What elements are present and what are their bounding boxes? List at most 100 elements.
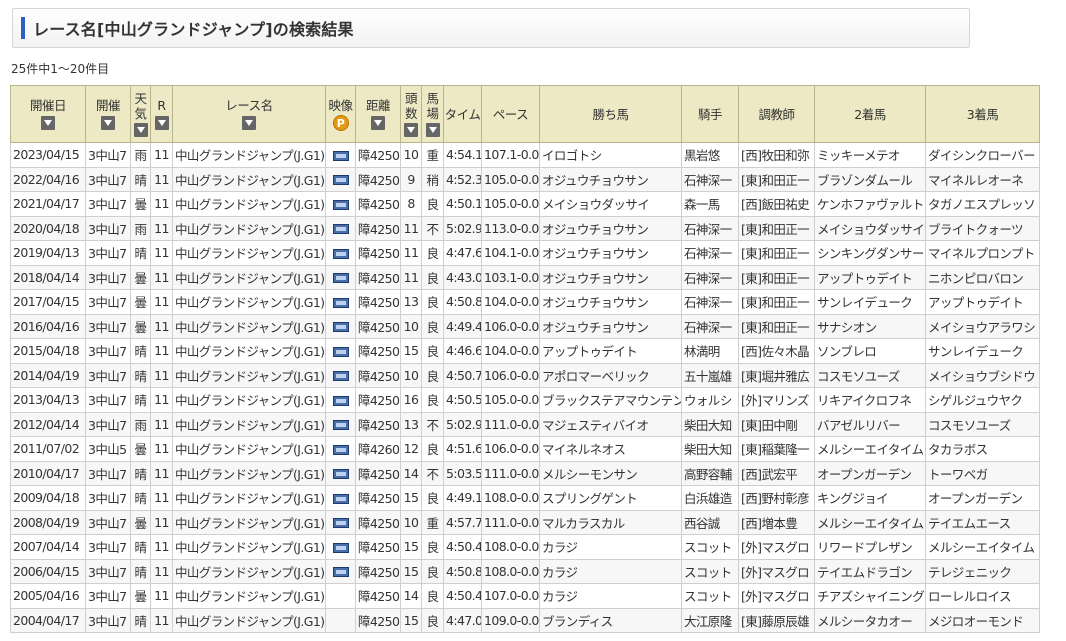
table-cell-winner[interactable]: カラジ: [539, 583, 682, 609]
table-cell-date[interactable]: 2005/04/16: [10, 583, 86, 609]
table-cell-winner[interactable]: メルシーモンサン: [539, 460, 682, 486]
table-cell-winner[interactable]: オジュウチョウサン: [539, 264, 682, 290]
trainer-name[interactable]: [東]和田正一: [741, 246, 810, 261]
sort-down-icon[interactable]: [41, 116, 55, 130]
table-cell-date[interactable]: 2012/04/14: [10, 411, 86, 437]
table-cell-second[interactable]: チアズシャイニング: [814, 583, 926, 609]
table-cell-second[interactable]: メルシーエイタイム: [814, 509, 926, 535]
table-cell-winner[interactable]: アップトゥデイト: [539, 338, 682, 364]
video-icon[interactable]: [332, 469, 349, 480]
video-icon[interactable]: [332, 567, 349, 578]
table-cell-second[interactable]: コスモソユーズ: [814, 362, 926, 388]
trainer-name[interactable]: [西]佐々木晶: [741, 344, 810, 359]
trainer-name[interactable]: [外]マスグロ: [741, 589, 810, 604]
table-cell-jockey[interactable]: スコット: [681, 583, 739, 609]
table-cell-third[interactable]: メジロオーモンド: [925, 607, 1040, 633]
video-icon[interactable]: [332, 420, 349, 431]
table-cell-kaisai[interactable]: 3中山7: [85, 387, 131, 413]
video-icon[interactable]: [332, 518, 349, 529]
video-icon[interactable]: [332, 150, 349, 161]
table-cell-kaisai[interactable]: 3中山7: [85, 338, 131, 364]
table-cell-date[interactable]: 2010/04/17: [10, 460, 86, 486]
table-cell-kaisai[interactable]: 3中山7: [85, 485, 131, 511]
video-icon[interactable]: [332, 297, 349, 308]
table-cell-winner[interactable]: アポロマーベリック: [539, 362, 682, 388]
table-cell-kaisai[interactable]: 3中山7: [85, 534, 131, 560]
table-cell-jockey[interactable]: 石神深一: [681, 166, 739, 192]
trainer-name[interactable]: [東]和田正一: [741, 222, 810, 237]
table-cell-race-name[interactable]: 中山グランドジャンプ(J.G1): [172, 215, 326, 241]
table-cell-jockey[interactable]: 黒岩悠: [681, 142, 739, 168]
table-cell-kaisai[interactable]: 3中山7: [85, 215, 131, 241]
table-cell-winner[interactable]: オジュウチョウサン: [539, 240, 682, 266]
table-cell-race-name[interactable]: 中山グランドジャンプ(J.G1): [172, 166, 326, 192]
table-cell-race-name[interactable]: 中山グランドジャンプ(J.G1): [172, 436, 326, 462]
table-cell-third[interactable]: ローレルロイス: [925, 583, 1040, 609]
table-cell-winner[interactable]: カラジ: [539, 534, 682, 560]
sort-down-icon[interactable]: [154, 116, 169, 130]
table-cell-race-name[interactable]: 中山グランドジャンプ(J.G1): [172, 387, 326, 413]
table-cell-jockey[interactable]: 西谷誠: [681, 509, 739, 535]
video-icon[interactable]: [332, 371, 349, 382]
table-cell-kaisai[interactable]: 3中山7: [85, 583, 131, 609]
table-cell-date[interactable]: 2015/04/18: [10, 338, 86, 364]
trainer-name[interactable]: [東]藤原辰雄: [741, 614, 810, 629]
table-cell-jockey[interactable]: 石神深一: [681, 215, 739, 241]
table-cell-jockey[interactable]: 柴田大知: [681, 436, 739, 462]
table-cell-date[interactable]: 2004/04/17: [10, 607, 86, 633]
table-cell-kaisai[interactable]: 3中山7: [85, 166, 131, 192]
table-cell-third[interactable]: オープンガーデン: [925, 485, 1040, 511]
video-icon[interactable]: [332, 444, 349, 455]
table-cell-second[interactable]: キングジョイ: [814, 485, 926, 511]
table-cell-kaisai[interactable]: 3中山5: [85, 436, 131, 462]
table-cell-winner[interactable]: メイショウダッサイ: [539, 191, 682, 217]
table-cell-date[interactable]: 2009/04/18: [10, 485, 86, 511]
table-cell-second[interactable]: テイエムドラゴン: [814, 558, 926, 584]
table-cell-date[interactable]: 2022/04/16: [10, 166, 86, 192]
table-cell-kaisai[interactable]: 3中山7: [85, 240, 131, 266]
table-cell-third[interactable]: メイショウアラワシ: [925, 313, 1040, 339]
table-cell-race-name[interactable]: 中山グランドジャンプ(J.G1): [172, 191, 326, 217]
video-icon[interactable]: [332, 542, 349, 553]
table-cell-winner[interactable]: オジュウチョウサン: [539, 289, 682, 315]
table-cell-second[interactable]: アップトゥデイト: [814, 264, 926, 290]
table-cell-jockey[interactable]: 大江原隆: [681, 607, 739, 633]
table-cell-third[interactable]: タガノエスプレッソ: [925, 191, 1040, 217]
table-cell-third[interactable]: サンレイデューク: [925, 338, 1040, 364]
table-cell-race-name[interactable]: 中山グランドジャンプ(J.G1): [172, 509, 326, 535]
table-cell-date[interactable]: 2018/04/14: [10, 264, 86, 290]
table-cell-race-name[interactable]: 中山グランドジャンプ(J.G1): [172, 485, 326, 511]
table-cell-second[interactable]: ソンブレロ: [814, 338, 926, 364]
video-icon[interactable]: [332, 322, 349, 333]
table-cell-race-name[interactable]: 中山グランドジャンプ(J.G1): [172, 558, 326, 584]
table-cell-race-name[interactable]: 中山グランドジャンプ(J.G1): [172, 142, 326, 168]
table-cell-third[interactable]: メイショウブシドウ: [925, 362, 1040, 388]
table-cell-kaisai[interactable]: 3中山7: [85, 411, 131, 437]
sort-down-icon[interactable]: [133, 122, 148, 137]
table-cell-second[interactable]: リキアイクロフネ: [814, 387, 926, 413]
table-cell-date[interactable]: 2023/04/15: [10, 142, 86, 168]
video-icon[interactable]: [332, 224, 349, 235]
video-icon[interactable]: [332, 199, 349, 210]
sort-down-icon[interactable]: [101, 116, 115, 130]
table-cell-winner[interactable]: マジェスティバイオ: [539, 411, 682, 437]
table-cell-second[interactable]: シンキングダンサー: [814, 240, 926, 266]
table-cell-jockey[interactable]: 柴田大知: [681, 411, 739, 437]
video-icon[interactable]: [332, 346, 349, 357]
table-cell-jockey[interactable]: 白浜雄造: [681, 485, 739, 511]
trainer-name[interactable]: [外]マスグロ: [741, 540, 810, 555]
table-cell-second[interactable]: ケンホファヴァルト: [814, 191, 926, 217]
table-cell-jockey[interactable]: 高野容輔: [681, 460, 739, 486]
table-cell-jockey[interactable]: 石神深一: [681, 313, 739, 339]
table-cell-race-name[interactable]: 中山グランドジャンプ(J.G1): [172, 313, 326, 339]
table-cell-winner[interactable]: オジュウチョウサン: [539, 166, 682, 192]
table-cell-kaisai[interactable]: 3中山7: [85, 460, 131, 486]
table-cell-race-name[interactable]: 中山グランドジャンプ(J.G1): [172, 411, 326, 437]
trainer-name[interactable]: [東]和田正一: [741, 271, 810, 286]
table-cell-date[interactable]: 2020/04/18: [10, 215, 86, 241]
table-cell-date[interactable]: 2011/07/02: [10, 436, 86, 462]
trainer-name[interactable]: [西]飯田祐史: [741, 197, 810, 212]
trainer-name[interactable]: [西]野村彰彦: [741, 491, 810, 506]
video-icon[interactable]: [332, 175, 349, 186]
table-cell-second[interactable]: メイショウダッサイ: [814, 215, 926, 241]
